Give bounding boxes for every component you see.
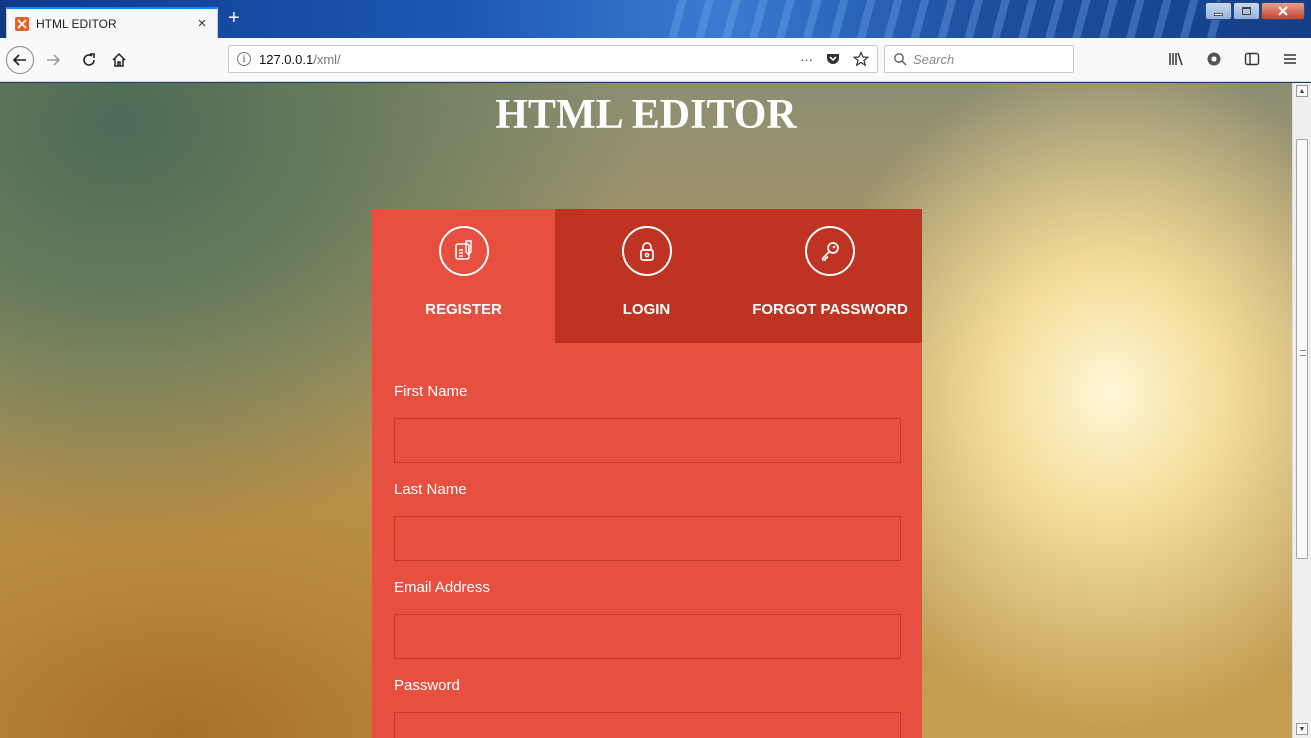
tab-close-icon[interactable]: ×: [195, 16, 209, 31]
titlebar-decoration: [660, 0, 1220, 38]
search-icon: [894, 53, 907, 66]
password-input[interactable]: [394, 712, 901, 738]
scroll-up-arrow-icon[interactable]: ▲: [1296, 85, 1308, 97]
page-title: HTML EDITOR: [495, 92, 797, 138]
close-icon: [1278, 6, 1288, 16]
key-icon: [805, 226, 855, 276]
maximize-button[interactable]: [1233, 2, 1260, 20]
pocket-icon[interactable]: [825, 51, 841, 67]
minimize-button[interactable]: [1205, 2, 1232, 20]
forward-button[interactable]: [40, 47, 66, 73]
first-name-input[interactable]: [394, 418, 901, 463]
scroll-down-arrow-icon[interactable]: ▼: [1296, 723, 1308, 735]
close-window-button[interactable]: [1261, 2, 1305, 20]
url-path: /xml/: [313, 51, 341, 67]
extension-icon[interactable]: [1205, 50, 1223, 68]
tab-title: HTML EDITOR: [36, 16, 117, 31]
forward-arrow-icon: [47, 54, 61, 66]
search-bar[interactable]: Search: [884, 45, 1074, 73]
scrollbar-thumb[interactable]: [1296, 139, 1308, 559]
url-bar[interactable]: i 127.0.0.1/xml/ ···: [228, 45, 878, 73]
reload-icon: [83, 53, 95, 66]
bookmark-star-icon[interactable]: [853, 51, 869, 67]
email-address-input[interactable]: [394, 614, 901, 659]
last-name-input[interactable]: [394, 516, 901, 561]
vertical-scrollbar[interactable]: ▲ ▼: [1292, 83, 1311, 738]
window-titlebar: HTML EDITOR × +: [0, 0, 1311, 38]
navigation-toolbar: i 127.0.0.1/xml/ ··· Search: [0, 38, 1311, 82]
tab-forgot-password[interactable]: FORGOT PASSWORD: [738, 209, 922, 343]
sidebar-toggle-icon[interactable]: [1243, 50, 1261, 68]
xampp-favicon-icon: [15, 16, 29, 31]
library-icon[interactable]: [1167, 50, 1185, 68]
tab-register-label: REGISTER: [425, 301, 502, 318]
hamburger-menu-icon[interactable]: [1281, 50, 1299, 68]
search-placeholder: Search: [913, 51, 955, 67]
back-arrow-icon: [12, 54, 26, 66]
browser-tab-html-editor[interactable]: HTML EDITOR ×: [6, 7, 218, 38]
site-info-icon[interactable]: i: [237, 52, 251, 66]
tab-login[interactable]: LOGIN: [555, 209, 738, 343]
form-tabs: REGISTER LOGIN FORGOT PASSWORD: [372, 209, 922, 343]
last-name-label: Last Name: [394, 481, 467, 498]
email-address-label: Email Address: [394, 579, 490, 596]
home-button[interactable]: [106, 47, 132, 73]
lock-icon: [621, 226, 672, 276]
home-icon: [112, 52, 126, 67]
page-viewport: HTML EDITOR REGISTER LOGIN FORGOT PASSWO…: [0, 83, 1292, 738]
account-form-card: REGISTER LOGIN FORGOT PASSWORD First Nam…: [372, 209, 922, 738]
tab-register[interactable]: REGISTER: [372, 209, 555, 343]
new-tab-button[interactable]: +: [228, 8, 240, 28]
register-form-icon: [438, 226, 489, 276]
scrollbar-grip: [1300, 350, 1306, 356]
password-label: Password: [394, 677, 460, 694]
tab-login-label: LOGIN: [622, 301, 671, 318]
url-host: 127.0.0.1: [259, 51, 314, 67]
window-controls: [1205, 2, 1305, 20]
reload-button[interactable]: [76, 47, 102, 73]
back-button[interactable]: [6, 46, 34, 74]
tab-forgot-password-label: FORGOT PASSWORD: [752, 301, 908, 318]
first-name-label: First Name: [394, 383, 468, 400]
page-actions-button[interactable]: ···: [800, 52, 813, 67]
